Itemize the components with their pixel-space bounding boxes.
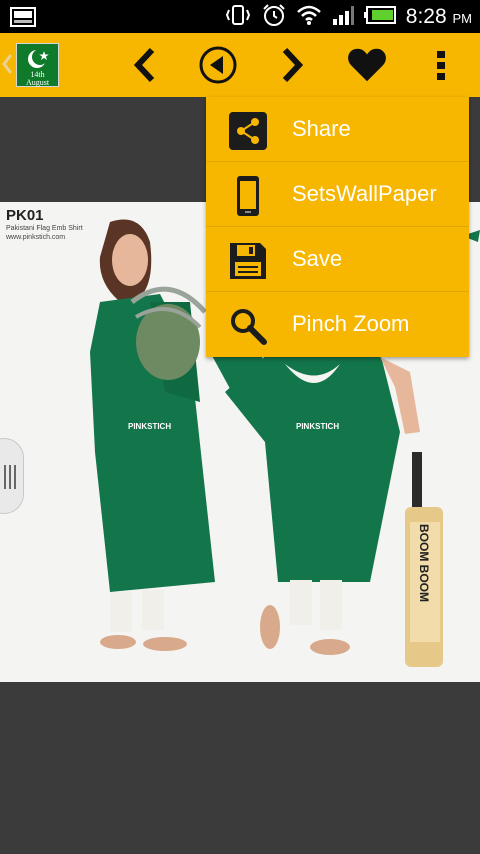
image-notification-icon (10, 7, 36, 31)
floppy-disk-icon (228, 241, 268, 281)
status-bar: 8:28 PM (0, 0, 480, 33)
brand-print-right: PINKSTICH (296, 422, 339, 431)
vertical-dots-icon (437, 51, 445, 80)
menu-item-share[interactable]: Share (206, 97, 469, 162)
menu-item-set-wallpaper[interactable]: SetsWallPaper (206, 162, 469, 227)
menu-item-label: Share (292, 116, 351, 141)
brand-print-left: PINKSTICH (128, 422, 171, 431)
overflow-menu-button[interactable] (421, 45, 461, 85)
crescent-star-icon (28, 49, 49, 68)
side-drawer-handle[interactable] (0, 438, 24, 514)
circle-triangle-left-icon (199, 46, 237, 84)
menu-item-label: SetsWallPaper (292, 181, 437, 206)
wifi-icon (296, 4, 322, 30)
clock-ampm: PM (452, 11, 473, 26)
logo-text-line2: August (25, 78, 50, 87)
magnifier-icon (228, 306, 268, 346)
signal-icon (332, 5, 354, 29)
menu-item-label: Save (292, 246, 343, 271)
share-icon (228, 111, 268, 151)
vibrate-icon (224, 4, 252, 30)
menu-item-pinch-zoom[interactable]: Pinch Zoom (206, 292, 469, 357)
chevron-right-icon (282, 47, 304, 83)
app-logo[interactable]: 14th August (16, 43, 59, 87)
clock: 8:28 PM (406, 5, 472, 29)
heart-icon (348, 48, 386, 82)
previous-button[interactable] (125, 45, 165, 85)
menu-item-label: Pinch Zoom (292, 311, 410, 336)
battery-icon (363, 6, 396, 28)
favorite-button[interactable] (347, 45, 387, 85)
bat-print: BOOM BOOM (417, 524, 431, 602)
grip-lines-icon (4, 465, 16, 489)
up-caret-icon[interactable] (0, 49, 14, 79)
play-back-button[interactable] (198, 45, 238, 85)
clock-time: 8:28 (405, 5, 447, 28)
overflow-menu: Share SetsWallPaper Save Pinch Zoom (206, 97, 469, 357)
phone-icon (228, 176, 268, 216)
action-bar: 14th August (0, 33, 480, 97)
dark-backdrop-bottom (0, 682, 480, 854)
alarm-icon (262, 3, 286, 31)
menu-item-save[interactable]: Save (206, 227, 469, 292)
chevron-left-icon (133, 47, 155, 83)
next-button[interactable] (272, 45, 312, 85)
